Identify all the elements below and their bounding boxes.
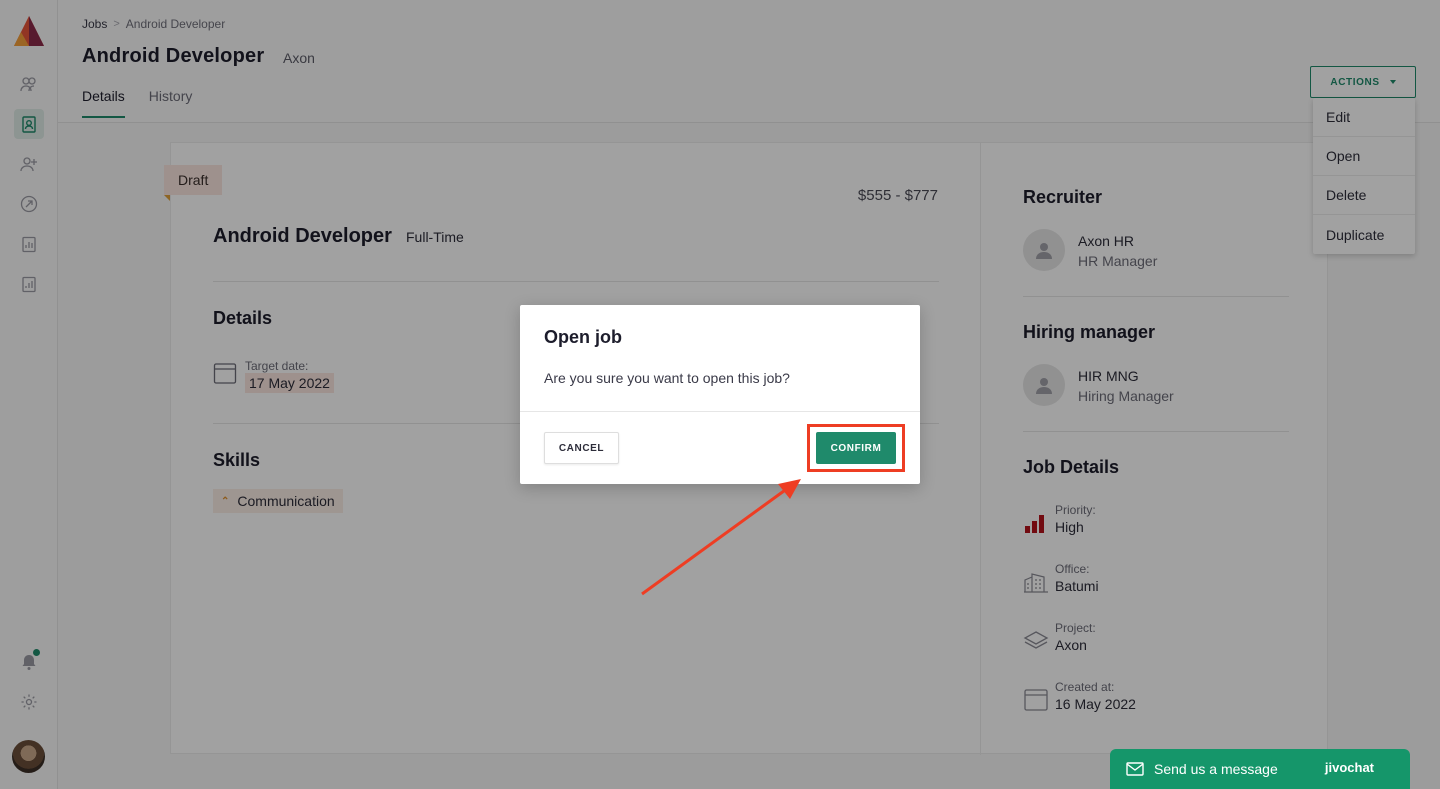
dialog-title: Open job [544,327,622,347]
chat-brand: jivochat [1324,760,1374,775]
dialog-divider [520,411,920,412]
dialog-message: Are you sure you want to open this job? [544,370,790,386]
chat-widget[interactable]: Send us a message jivochat [1110,749,1410,789]
mail-icon [1126,762,1144,776]
chat-label: Send us a message [1154,761,1278,777]
confirm-highlight-box [807,424,905,472]
cancel-button[interactable]: CANCEL [544,432,619,464]
